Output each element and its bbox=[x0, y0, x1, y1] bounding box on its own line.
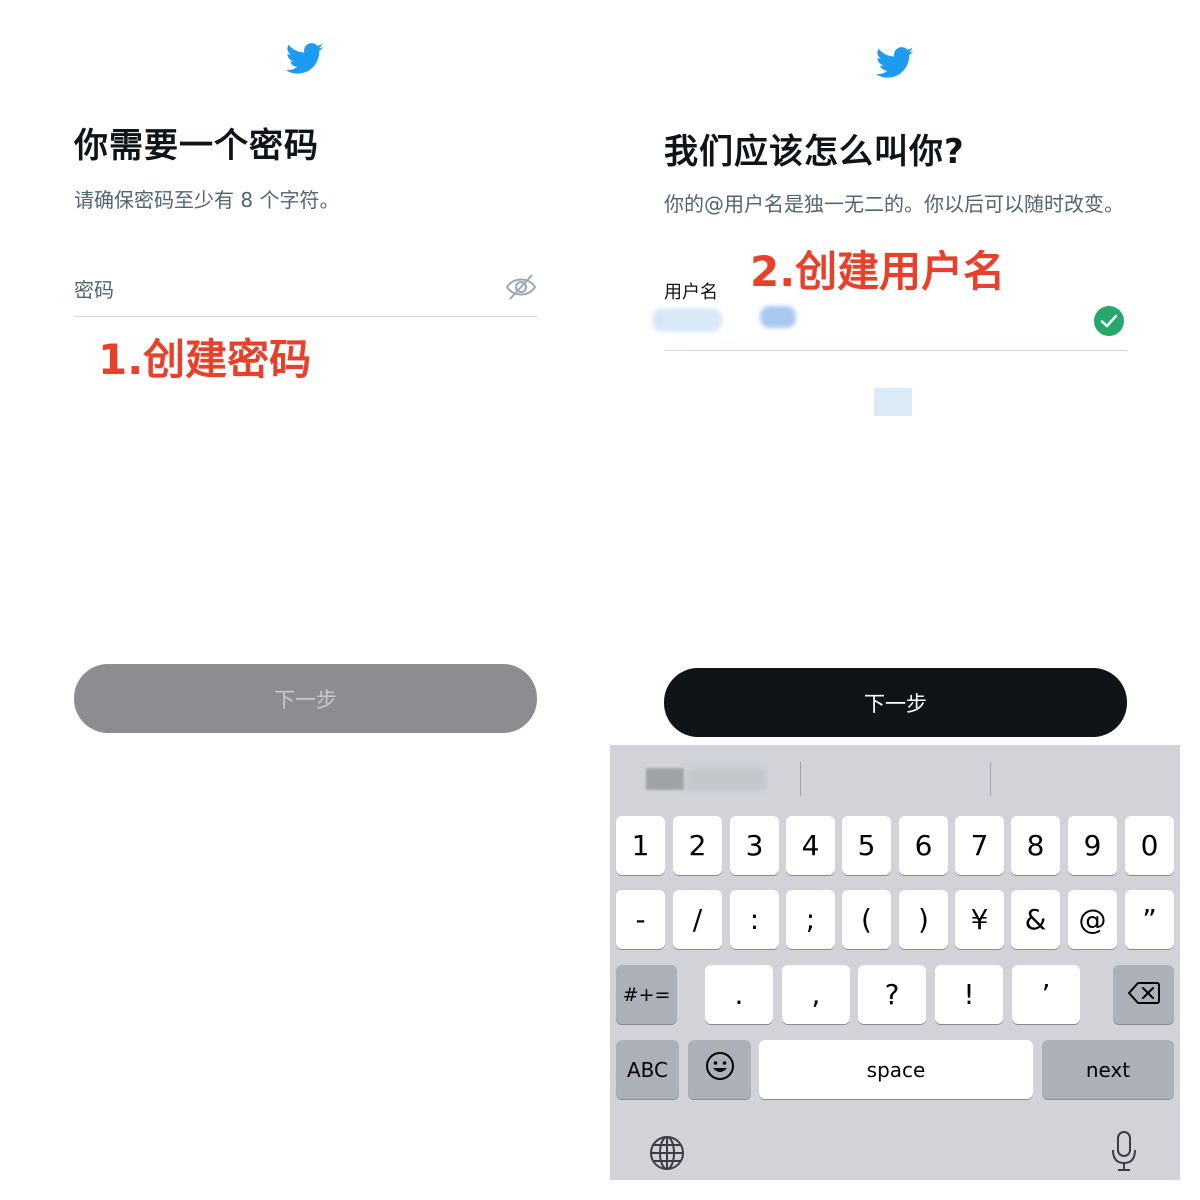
keyboard-suggestion-redacted[interactable] bbox=[686, 768, 766, 790]
keyboard bbox=[610, 745, 1180, 1180]
twitter-bird-icon bbox=[286, 42, 324, 76]
symbols-key[interactable]: #+= bbox=[616, 965, 677, 1024]
globe-icon[interactable] bbox=[648, 1134, 686, 1176]
key-6[interactable]: 6 bbox=[899, 816, 948, 875]
suggestion-divider bbox=[990, 762, 991, 796]
username-field-underline bbox=[664, 350, 1127, 351]
next-button-disabled[interactable]: 下一步 bbox=[74, 664, 537, 733]
next-key[interactable]: next bbox=[1042, 1040, 1174, 1099]
key-0[interactable]: 0 bbox=[1125, 816, 1174, 875]
emoji-icon bbox=[705, 1051, 735, 1088]
key-apostrophe[interactable]: ’ bbox=[1012, 965, 1080, 1024]
key-quote[interactable]: ” bbox=[1125, 890, 1174, 949]
key-9[interactable]: 9 bbox=[1068, 816, 1117, 875]
key-ampersand[interactable]: & bbox=[1011, 890, 1060, 949]
emoji-key[interactable] bbox=[688, 1040, 751, 1099]
annotation-step-2: 2.创建用户名 bbox=[750, 247, 1006, 296]
page-title: 我们应该怎么叫你? bbox=[664, 132, 965, 172]
eye-off-icon[interactable] bbox=[505, 272, 537, 306]
suggestion-divider bbox=[800, 762, 801, 796]
annotation-step-1: 1.创建密码 bbox=[98, 335, 312, 384]
key-5[interactable]: 5 bbox=[842, 816, 891, 875]
key-right-paren[interactable]: ) bbox=[899, 890, 948, 949]
page-subtitle: 你的@用户名是独一无二的。你以后可以随时改变。 bbox=[664, 192, 1124, 216]
space-key[interactable]: space bbox=[759, 1040, 1033, 1099]
key-comma[interactable]: , bbox=[782, 965, 850, 1024]
backspace-icon bbox=[1127, 978, 1160, 1011]
password-field-underline bbox=[74, 316, 537, 317]
key-slash[interactable]: / bbox=[673, 890, 722, 949]
key-3[interactable]: 3 bbox=[730, 816, 779, 875]
key-at[interactable]: @ bbox=[1068, 890, 1117, 949]
key-period[interactable]: . bbox=[705, 965, 773, 1024]
backspace-key[interactable] bbox=[1113, 965, 1174, 1024]
key-8[interactable]: 8 bbox=[1011, 816, 1060, 875]
microphone-icon[interactable] bbox=[1110, 1130, 1138, 1176]
username-input[interactable] bbox=[664, 296, 1084, 348]
twitter-bird-icon bbox=[876, 46, 914, 80]
abc-key[interactable]: ABC bbox=[616, 1040, 679, 1099]
suggestion-redacted bbox=[874, 388, 912, 416]
key-colon[interactable]: : bbox=[730, 890, 779, 949]
key-hyphen[interactable]: - bbox=[616, 890, 665, 949]
key-semicolon[interactable]: ; bbox=[786, 890, 835, 949]
key-2[interactable]: 2 bbox=[673, 816, 722, 875]
check-circle-icon bbox=[1094, 306, 1124, 340]
key-question[interactable]: ? bbox=[858, 965, 926, 1024]
keyboard-suggestion-redacted[interactable] bbox=[646, 768, 684, 790]
key-7[interactable]: 7 bbox=[955, 816, 1004, 875]
key-exclamation[interactable]: ! bbox=[935, 965, 1003, 1024]
next-button[interactable]: 下一步 bbox=[664, 668, 1127, 737]
page-title: 你需要一个密码 bbox=[74, 126, 319, 166]
key-left-paren[interactable]: ( bbox=[842, 890, 891, 949]
page-subtitle: 请确保密码至少有 8 个字符。 bbox=[74, 188, 340, 212]
key-4[interactable]: 4 bbox=[786, 816, 835, 875]
password-input[interactable] bbox=[74, 262, 494, 314]
key-yen[interactable]: ¥ bbox=[955, 890, 1004, 949]
key-1[interactable]: 1 bbox=[616, 816, 665, 875]
